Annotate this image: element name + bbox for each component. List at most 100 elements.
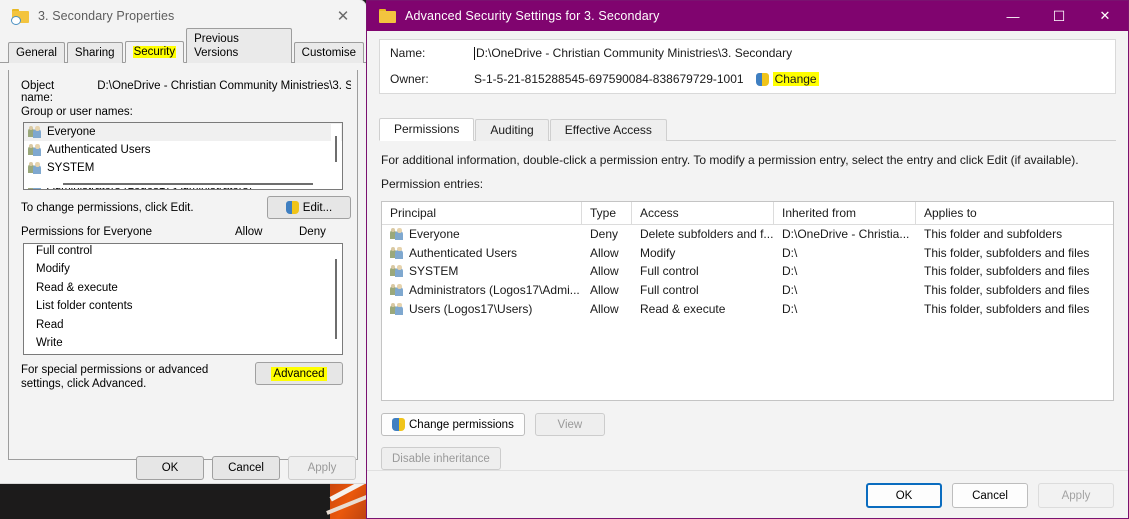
tab-auditing[interactable]: Auditing bbox=[475, 119, 549, 141]
properties-window: 3. Secondary Properties ✕ General Sharin… bbox=[0, 0, 366, 483]
advanced-tabstrip: Permissions Auditing Effective Access bbox=[379, 118, 1116, 141]
tab-general[interactable]: General bbox=[8, 42, 65, 63]
column-header-applies-to[interactable]: Applies to bbox=[916, 202, 1112, 224]
column-header-inherited-from[interactable]: Inherited from bbox=[774, 202, 916, 224]
advanced-info-text: For additional information, double-click… bbox=[381, 153, 1079, 167]
cancel-button[interactable]: Cancel bbox=[952, 483, 1028, 508]
table-header-row: Principal Type Access Inherited from App… bbox=[382, 202, 1113, 225]
list-item[interactable]: List folder contents bbox=[24, 299, 342, 317]
change-owner-link[interactable]: Change bbox=[755, 72, 819, 86]
window-controls: — ☐ ✕ bbox=[990, 1, 1128, 31]
cell-applies-to: This folder, subfolders and files bbox=[924, 283, 1090, 298]
list-item[interactable]: Full control bbox=[24, 244, 342, 262]
list-item[interactable]: Modify bbox=[24, 262, 342, 280]
close-icon[interactable]: ✕ bbox=[320, 0, 366, 32]
tab-security[interactable]: Security bbox=[124, 41, 185, 63]
properties-window-title: 3. Secondary Properties bbox=[38, 9, 175, 23]
permissions-list-vertical-scrollbar[interactable] bbox=[331, 245, 341, 353]
change-owner-label: Change bbox=[772, 72, 819, 86]
column-header-type[interactable]: Type bbox=[582, 202, 632, 224]
tab-customise[interactable]: Customise bbox=[293, 42, 364, 63]
close-icon[interactable]: ✕ bbox=[1082, 1, 1128, 31]
cell-applies-to: This folder, subfolders and files bbox=[924, 264, 1090, 279]
group-list-horizontal-scrollbar[interactable] bbox=[25, 179, 341, 188]
object-name-row: Object name: D:\OneDrive - Christian Com… bbox=[21, 80, 351, 104]
users-icon bbox=[28, 126, 42, 138]
table-row[interactable]: Authenticated Users Allow Modify D:\ Thi… bbox=[382, 244, 1113, 263]
advanced-window-title: Advanced Security Settings for 3. Second… bbox=[405, 9, 660, 23]
cell-access: Read & execute bbox=[640, 301, 726, 316]
list-item[interactable]: Read bbox=[24, 318, 342, 336]
column-header-access[interactable]: Access bbox=[632, 202, 774, 224]
table-row[interactable]: Administrators (Logos17\Admi... Allow Fu… bbox=[382, 281, 1113, 300]
permission-entries-label: Permission entries: bbox=[381, 177, 484, 191]
cell-principal: Everyone bbox=[382, 227, 582, 241]
owner-value: S-1-5-21-815288545-697590084-838679729-1… bbox=[474, 72, 744, 86]
properties-titlebar[interactable]: 3. Secondary Properties ✕ bbox=[0, 0, 366, 32]
advanced-action-buttons: Change permissions View bbox=[381, 413, 605, 436]
table-row[interactable]: Users (Logos17\Users) Allow Read & execu… bbox=[382, 299, 1113, 318]
cell-type: Allow bbox=[590, 245, 619, 260]
cell-principal: Authenticated Users bbox=[382, 246, 582, 260]
tab-sharing[interactable]: Sharing bbox=[66, 42, 123, 63]
users-icon bbox=[390, 228, 404, 241]
list-item[interactable]: Write bbox=[24, 336, 342, 354]
list-item[interactable]: Authenticated Users bbox=[24, 141, 342, 159]
maximize-icon[interactable]: ☐ bbox=[1036, 1, 1082, 31]
column-header-principal[interactable]: Principal bbox=[382, 202, 582, 224]
cell-principal: Administrators (Logos17\Admi... bbox=[382, 283, 582, 297]
advanced-titlebar[interactable]: Advanced Security Settings for 3. Second… bbox=[367, 1, 1128, 31]
name-row: Name: D:\OneDrive - Christian Community … bbox=[380, 40, 1115, 66]
table-row[interactable]: Everyone Deny Delete subfolders and f...… bbox=[382, 225, 1113, 244]
owner-label: Owner: bbox=[390, 72, 429, 86]
disable-inheritance-wrap: Disable inheritance bbox=[381, 447, 501, 470]
advanced-button[interactable]: Advanced bbox=[255, 362, 343, 385]
permissions-header-row: Permissions for Everyone Allow Deny bbox=[21, 226, 351, 238]
folder-icon bbox=[379, 9, 396, 23]
object-name-label: Object name: bbox=[21, 80, 55, 104]
table-row[interactable]: SYSTEM Allow Full control D:\ This folde… bbox=[382, 262, 1113, 281]
cell-access: Delete subfolders and f... bbox=[640, 227, 774, 242]
tab-effective-access[interactable]: Effective Access bbox=[549, 119, 667, 141]
list-item[interactable]: Everyone bbox=[24, 123, 342, 141]
list-item[interactable]: SYSTEM bbox=[24, 159, 342, 177]
ok-button[interactable]: OK bbox=[866, 483, 942, 508]
minimize-icon[interactable]: — bbox=[990, 1, 1036, 31]
change-permissions-button[interactable]: Change permissions bbox=[381, 413, 525, 436]
tab-previous-versions[interactable]: Previous Versions bbox=[186, 28, 292, 63]
permissions-list[interactable]: Full control Modify Read & execute List … bbox=[23, 243, 343, 355]
cancel-button[interactable]: Cancel bbox=[212, 456, 280, 480]
properties-footer: OK Cancel Apply bbox=[0, 453, 366, 483]
text-caret bbox=[474, 47, 475, 61]
ok-button[interactable]: OK bbox=[136, 456, 204, 480]
folder-icon bbox=[11, 9, 29, 25]
name-value: D:\OneDrive - Christian Community Minist… bbox=[476, 45, 793, 60]
users-icon bbox=[390, 302, 404, 315]
view-button: View bbox=[534, 413, 605, 436]
permission-entries-table[interactable]: Principal Type Access Inherited from App… bbox=[381, 201, 1114, 401]
shield-icon bbox=[392, 418, 405, 431]
shield-icon bbox=[285, 201, 299, 214]
permissions-for-label: Permissions for Everyone bbox=[21, 226, 153, 238]
cell-type: Deny bbox=[590, 227, 619, 242]
cell-applies-to: This folder and subfolders bbox=[924, 227, 1063, 242]
cell-principal: Users (Logos17\Users) bbox=[382, 302, 582, 316]
edit-button[interactable]: Edit... bbox=[267, 196, 351, 219]
advanced-footer: OK Cancel Apply bbox=[866, 483, 1114, 508]
cell-type: Allow bbox=[590, 301, 619, 316]
deny-column-header: Deny bbox=[299, 226, 326, 238]
tab-permissions[interactable]: Permissions bbox=[379, 118, 475, 141]
advanced-button-wrap: Advanced bbox=[255, 362, 343, 385]
list-item[interactable]: Read & execute bbox=[24, 281, 342, 299]
group-user-list[interactable]: Everyone Authenticated Users SYSTEM bbox=[23, 122, 343, 190]
owner-row: Owner: S-1-5-21-815288545-697590084-8386… bbox=[380, 66, 1115, 92]
users-icon bbox=[28, 144, 42, 156]
apply-button: Apply bbox=[288, 456, 356, 480]
name-owner-card: Name: D:\OneDrive - Christian Community … bbox=[379, 39, 1116, 94]
footer-divider bbox=[367, 470, 1128, 471]
apply-button: Apply bbox=[1038, 483, 1114, 508]
users-icon bbox=[390, 246, 404, 259]
cell-inherited-from: D:\ bbox=[782, 264, 798, 279]
properties-tabstrip: General Sharing Security Previous Versio… bbox=[0, 28, 366, 63]
group-or-user-names-label: Group or user names: bbox=[21, 106, 133, 118]
